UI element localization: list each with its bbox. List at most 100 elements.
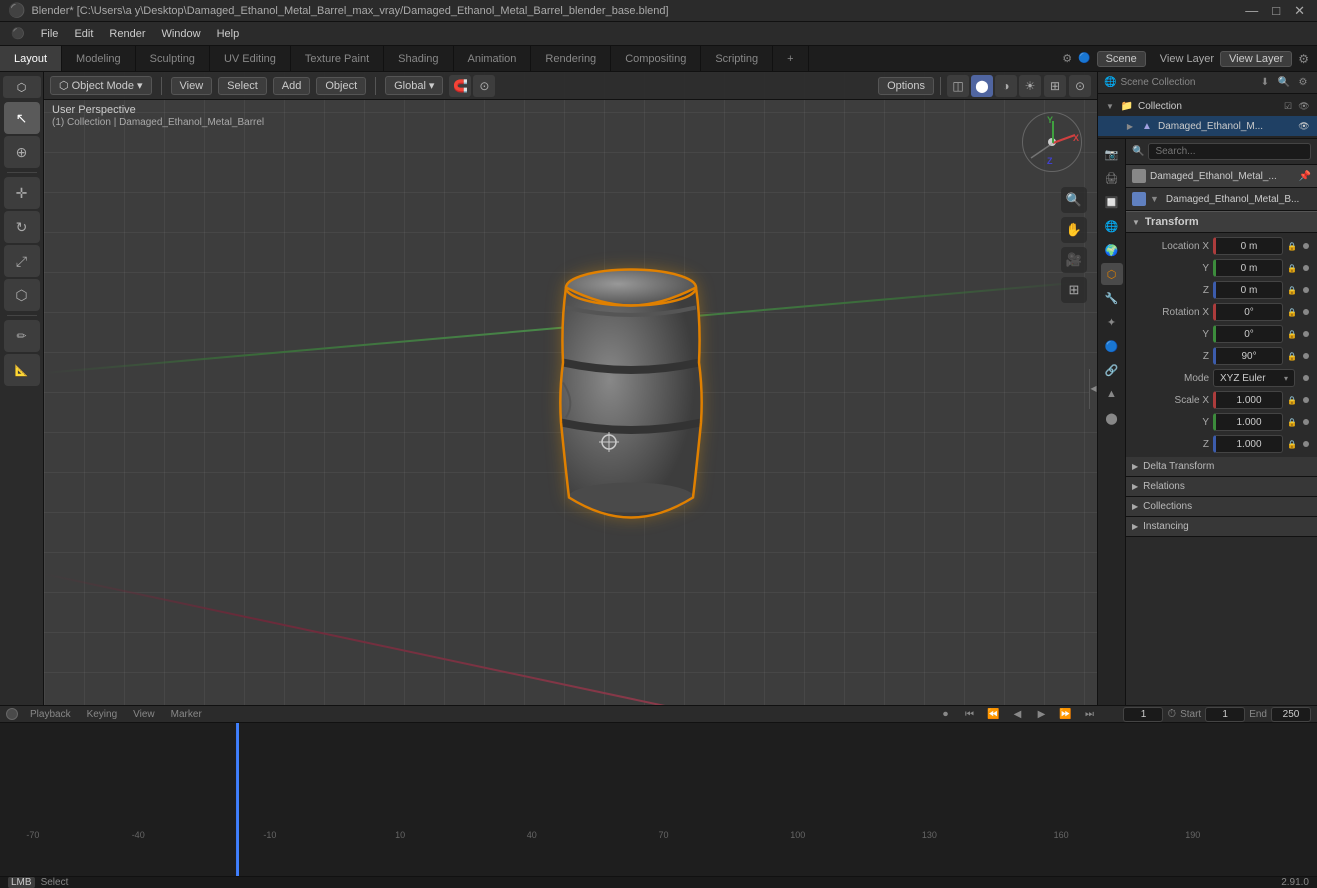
instancing-header[interactable]: ▶ Instancing [1126, 517, 1317, 537]
outliner-settings-btn[interactable]: ⚙ [1295, 75, 1311, 91]
camera-gizmo-btn[interactable]: 🎥 [1061, 247, 1087, 273]
menu-help[interactable]: Help [210, 26, 247, 42]
rotation-mode-select[interactable]: XYZ Euler ▾ [1213, 369, 1295, 387]
timeline-tab-keying[interactable]: Keying [83, 709, 122, 720]
scale-x-field[interactable]: 1.000 [1213, 391, 1283, 409]
record-btn[interactable]: ⏺ [935, 706, 955, 722]
tab-modeling[interactable]: Modeling [62, 46, 136, 71]
settings-icon[interactable]: ⚙ [1298, 52, 1309, 66]
viewport-gizmo[interactable]: X Y Z [1017, 107, 1087, 177]
select-tool[interactable]: ↖ [4, 102, 40, 134]
outliner-filter-btn[interactable]: ⬇ [1257, 75, 1273, 91]
collection-expand-icon[interactable]: ▼ [1104, 100, 1116, 112]
tab-uv-editing[interactable]: UV Editing [210, 46, 291, 71]
render-properties-icon[interactable]: 📷 [1101, 143, 1123, 165]
titlebar-controls[interactable]: — □ ✕ [1241, 3, 1309, 19]
rotation-x-lock[interactable]: 🔒 [1287, 308, 1297, 317]
scale-z-field[interactable]: 1.000 [1213, 435, 1283, 453]
menu-blender[interactable]: ⚫ [4, 25, 32, 42]
end-frame-field[interactable]: 250 [1271, 707, 1311, 722]
scale-y-lock[interactable]: 🔒 [1287, 418, 1297, 427]
collections-header[interactable]: ▶ Collections [1126, 497, 1317, 517]
search-gizmo-btn[interactable]: 🔍 [1061, 187, 1087, 213]
tab-rendering[interactable]: Rendering [531, 46, 611, 71]
scale-z-lock[interactable]: 🔒 [1287, 440, 1297, 449]
object-expand-icon[interactable]: ▶ [1124, 120, 1136, 132]
tab-animation[interactable]: Animation [454, 46, 532, 71]
panel-collapse-btn[interactable]: ◀ [1089, 369, 1097, 409]
material-properties-icon[interactable]: ⬤ [1101, 407, 1123, 429]
skip-end-btn[interactable]: ⏭ [1079, 706, 1099, 722]
obj-data-dropdown[interactable]: ▼ [1150, 194, 1159, 204]
move-tool[interactable]: ✛ [4, 177, 40, 209]
mode-selector[interactable]: ⬡ [3, 76, 41, 98]
annotate-tool[interactable]: ✏ [4, 320, 40, 352]
transform-section-header[interactable]: ▼ Transform [1126, 211, 1317, 233]
timeline-tab-view[interactable]: View [129, 709, 159, 720]
menu-render[interactable]: Render [102, 26, 152, 42]
object-menu-button[interactable]: Object [316, 77, 366, 95]
maximize-button[interactable]: □ [1268, 3, 1284, 19]
menu-edit[interactable]: Edit [67, 26, 100, 42]
menu-window[interactable]: Window [154, 26, 207, 42]
collection-checkbox-icon[interactable]: ☑ [1281, 99, 1295, 113]
location-x-lock[interactable]: 🔒 [1287, 242, 1297, 251]
tab-shading[interactable]: Shading [384, 46, 453, 71]
data-properties-icon[interactable]: ▲ [1101, 383, 1123, 405]
scene-properties-icon[interactable]: 🌐 [1101, 215, 1123, 237]
timeline-tab-playback[interactable]: Playback [26, 709, 75, 720]
particles-properties-icon[interactable]: ✦ [1101, 311, 1123, 333]
hand-gizmo-btn[interactable]: ✋ [1061, 217, 1087, 243]
gizmo-circle[interactable]: X Y Z [1022, 112, 1082, 172]
viewport-3d[interactable]: ⬡ Object Mode ▾ View Select Add Object G… [44, 72, 1097, 705]
minimize-button[interactable]: — [1241, 3, 1262, 19]
transform-tool[interactable]: ⬡ [4, 279, 40, 311]
rotation-y-lock[interactable]: 🔒 [1287, 330, 1297, 339]
snap-icon[interactable]: 🧲 [449, 75, 471, 97]
outliner-collection-row[interactable]: ▼ 📁 Collection ☑ 👁 [1098, 96, 1317, 116]
physics-properties-icon[interactable]: 🔵 [1101, 335, 1123, 357]
object-properties-icon[interactable]: ⬡ [1101, 263, 1123, 285]
outliner-search-btn[interactable]: 🔍 [1276, 75, 1292, 91]
play-btn[interactable]: ▶ [1031, 706, 1051, 722]
outliner-object-row[interactable]: ▶ ▲ Damaged_Ethanol_M... 👁 [1098, 116, 1317, 136]
gizmo-toggle[interactable]: ⊙ [1069, 75, 1091, 97]
menu-file[interactable]: File [34, 26, 66, 42]
transform-global-button[interactable]: Global ▾ [385, 76, 443, 95]
grid-gizmo-btn[interactable]: ⊞ [1061, 277, 1087, 303]
view-menu-button[interactable]: View [171, 77, 213, 95]
options-button[interactable]: Options [878, 77, 934, 95]
rotate-tool[interactable]: ↻ [4, 211, 40, 243]
tab-scripting[interactable]: Scripting [701, 46, 773, 71]
output-properties-icon[interactable]: 🖨 [1101, 167, 1123, 189]
location-x-field[interactable]: 0 m [1213, 237, 1283, 255]
measure-tool[interactable]: 📐 [4, 354, 40, 386]
tab-sculpting[interactable]: Sculpting [136, 46, 210, 71]
rotation-x-field[interactable]: 0° [1213, 303, 1283, 321]
barrel-object[interactable] [531, 242, 731, 535]
constraints-properties-icon[interactable]: 🔗 [1101, 359, 1123, 381]
wireframe-icon[interactable]: ◫ [947, 75, 969, 97]
scale-x-lock[interactable]: 🔒 [1287, 396, 1297, 405]
overlay-toggle[interactable]: ⊞ [1044, 75, 1066, 97]
object-eye-icon[interactable]: 👁 [1297, 119, 1311, 133]
material-preview-icon[interactable]: ◑ [995, 75, 1017, 97]
view-layer-properties-icon[interactable]: 🔲 [1101, 191, 1123, 213]
solid-shading-icon[interactable]: ⬤ [971, 75, 993, 97]
modifier-properties-icon[interactable]: 🔧 [1101, 287, 1123, 309]
world-properties-icon[interactable]: 🌍 [1101, 239, 1123, 261]
proportional-edit-icon[interactable]: ⊙ [473, 75, 495, 97]
relations-header[interactable]: ▶ Relations [1126, 477, 1317, 497]
view-layer-field[interactable]: View Layer [1220, 51, 1292, 67]
rotation-y-field[interactable]: 0° [1213, 325, 1283, 343]
rotation-z-lock[interactable]: 🔒 [1287, 352, 1297, 361]
scale-y-field[interactable]: 1.000 [1213, 413, 1283, 431]
next-keyframe-btn[interactable]: ⏩ [1055, 706, 1075, 722]
location-z-lock[interactable]: 🔒 [1287, 286, 1297, 295]
close-button[interactable]: ✕ [1290, 3, 1309, 19]
tab-compositing[interactable]: Compositing [611, 46, 701, 71]
current-frame-field[interactable]: 1 [1123, 707, 1163, 722]
location-y-field[interactable]: 0 m [1213, 259, 1283, 277]
cursor-tool[interactable]: ⊕ [4, 136, 40, 168]
tab-layout[interactable]: Layout [0, 46, 62, 71]
